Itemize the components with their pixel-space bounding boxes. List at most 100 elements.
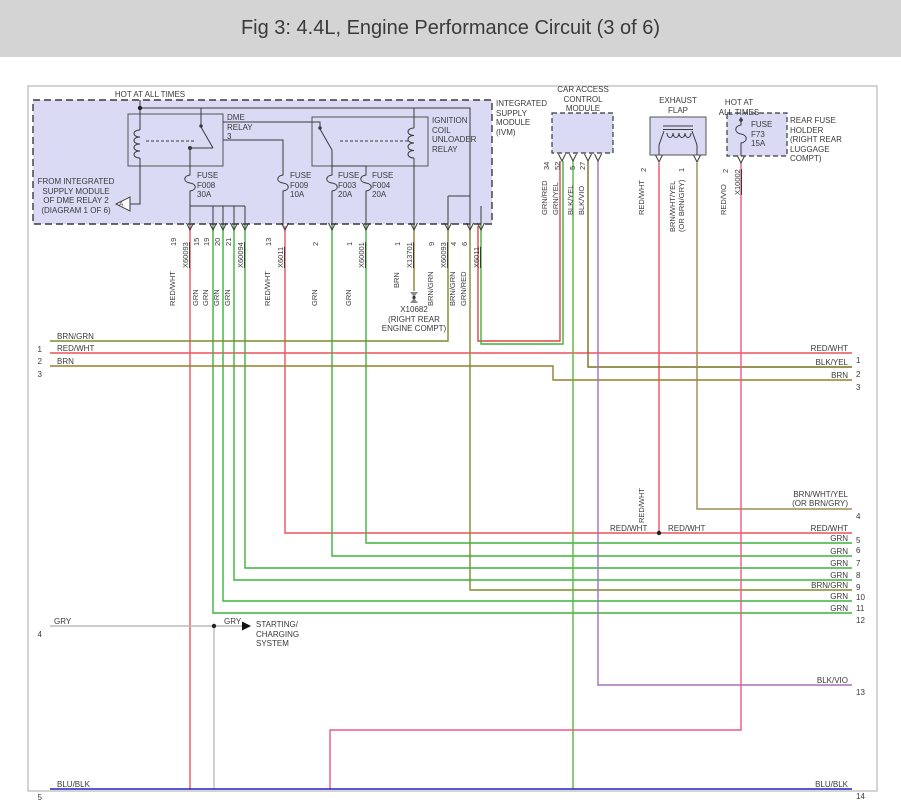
left-exit-wire-label: RED/WHT [57,344,95,353]
connector-id: X60093 [181,242,190,268]
right-exit-number: 9 [856,583,861,592]
car-access-pin-number: 34 [542,161,551,170]
left-exit-number: 1 [37,345,42,354]
ivm-pin-number: 1 [345,241,354,246]
wire-color-label: RED/WHT [610,524,648,533]
fuse-f73-label: FUSE F73 15A [751,120,773,148]
wire-color-label: RED/WHT [168,271,177,306]
right-exit-wire-label: BLK/VIO [816,676,848,685]
hot-at-all-times-label-2: HOT AT ALL TIMES [718,98,760,117]
ivm-label: INTEGRATED SUPPLY MODULE (IVM) [496,99,547,137]
fuse-f008-label: FUSE F008 30A [197,171,219,199]
wire-color-label: GRN/RED [540,180,549,215]
wire-color-label: GRN [310,289,319,306]
left-exit-number: 4 [37,630,42,639]
right-exit-number: 3 [856,383,861,392]
wire-color-label: RED/WHT [263,271,272,306]
wire-color-label: BRN/GRN [426,271,435,306]
junction-dot [137,105,143,111]
car-access-label: CAR ACCESS CONTROL MODULE [557,85,609,113]
fuse-f003-label: FUSE F003 20A [338,171,360,199]
ivm-pin-number: 21 [224,237,233,246]
wire-color-label: BRN/GRN [448,271,457,306]
right-exit-number: 5 [856,536,861,545]
right-exit-wire-label: GRN [830,604,848,613]
left-exit-wire-label: BLU/BLK [57,780,90,789]
connector-id: X60093 [439,242,448,268]
ivm-pin-number: 19 [202,237,211,246]
right-exit-number: 12 [856,616,865,625]
connector-id: X6011 [276,246,285,268]
right-exit-wire-label: RED/WHT [810,524,848,533]
right-exit-number: 1 [856,356,861,365]
wire-color-label: GRN/RED [459,271,468,306]
connector-id: X6011 [472,246,481,268]
ivm-pin-number: 6 [460,241,469,246]
right-exit-wire-label: BRN/GRN [811,581,848,590]
right-exit-number: 14 [856,792,865,801]
car-access-pin-number: 27 [578,161,587,170]
red-wht-junction-dot [656,530,662,536]
ivm-pin-number: 1 [393,241,402,246]
wire-color-label: RED/WHT [637,488,646,523]
ignition-relay-label: IGNITION COIL UNLOADER RELAY [432,116,477,154]
rear-fuse-holder-label: REAR FUSE HOLDER (RIGHT REAR LUGGAGE COM… [790,116,842,163]
wire-color-label: BLK/VIO [577,185,586,215]
right-exit-wire-label: GRN [830,559,848,568]
ivm-pin-number: 4 [449,241,458,246]
fuse-f004-label: FUSE F004 20A [372,171,394,199]
right-exit-number: 8 [856,571,861,580]
car-access-box [551,112,614,154]
gry-junction-dot [211,623,217,629]
dme-junction-dot [188,146,192,150]
wire-color-label: GRN/YEL [551,182,560,215]
right-exit-wire-label: GRN [830,547,848,556]
f73-pin-number: 2 [721,168,730,173]
right-exit-wire-label: BLU/BLK [815,780,848,789]
connector-id: X13701 [405,242,414,268]
wire-color-label: GRN [344,289,353,306]
connector-id: X10002 [733,169,742,195]
connector-id: X60001 [357,242,366,268]
wire-color-label: RED/WHT [637,180,646,215]
right-exit-wire-label: BLK/YEL [815,358,848,367]
from-integrated-label: FROM INTEGRATED SUPPLY MODULE OF DME REL… [37,177,115,215]
left-exit-number: 2 [37,357,42,366]
wire-color-label: RED/VIO [719,184,728,215]
x10682-label: X10682 (RIGHT REAR ENGINE COMPT) [381,305,447,333]
wire-color-label: BRN [392,272,401,288]
exhaust-pin-number: 1 [677,167,686,172]
right-exit-number: 11 [856,604,865,613]
ivm-pin-number: 9 [427,241,436,246]
ivm-pin-number: 20 [213,237,222,246]
right-exit-wire-label: BRN [831,371,848,380]
exhaust-flap-label: EXHAUST FLAP [659,96,697,115]
dme-contact-dot [199,124,203,128]
right-exit-wire-label: RED/WHT [810,344,848,353]
right-exit-wire-label: GRN [830,534,848,543]
right-exit-number: 2 [856,370,861,379]
left-exit-number: 3 [37,370,42,379]
ivm-pin-number: 13 [264,237,273,246]
wire-color-label: BRN/WHT/YEL (OR BRN/GRY) [668,179,686,232]
wire-color-label: GRN [223,289,232,306]
right-exit-number: 13 [856,688,865,697]
right-exit-wire-label: GRN [830,571,848,580]
dme-relay-label: DME RELAY 3 [227,113,253,141]
right-exit-wire-label: GRN [830,592,848,601]
right-exit-number: 7 [856,559,861,568]
connector-id: X60094 [236,242,245,268]
wire-color-label: GRN [201,289,210,306]
wire-color-label: GRN [212,289,221,306]
left-exit-wire-label: BRN [57,357,74,366]
fuse-f009-label: FUSE F009 10A [290,171,312,199]
wire-color-label: BLK/YEL [566,184,575,215]
wire-color-label: GRY [54,617,72,626]
right-exit-wire-label: BRN/WHT/YEL (OR BRN/GRY) [792,490,848,508]
car-access-pin-number: 52 [553,161,562,170]
ivm-pin-number: 19 [169,237,178,246]
fuse-f73-node [739,118,743,122]
right-exit-number: 4 [856,512,861,521]
ivm-pin-number: 2 [311,241,320,246]
wire-color-label: GRY [224,617,242,626]
